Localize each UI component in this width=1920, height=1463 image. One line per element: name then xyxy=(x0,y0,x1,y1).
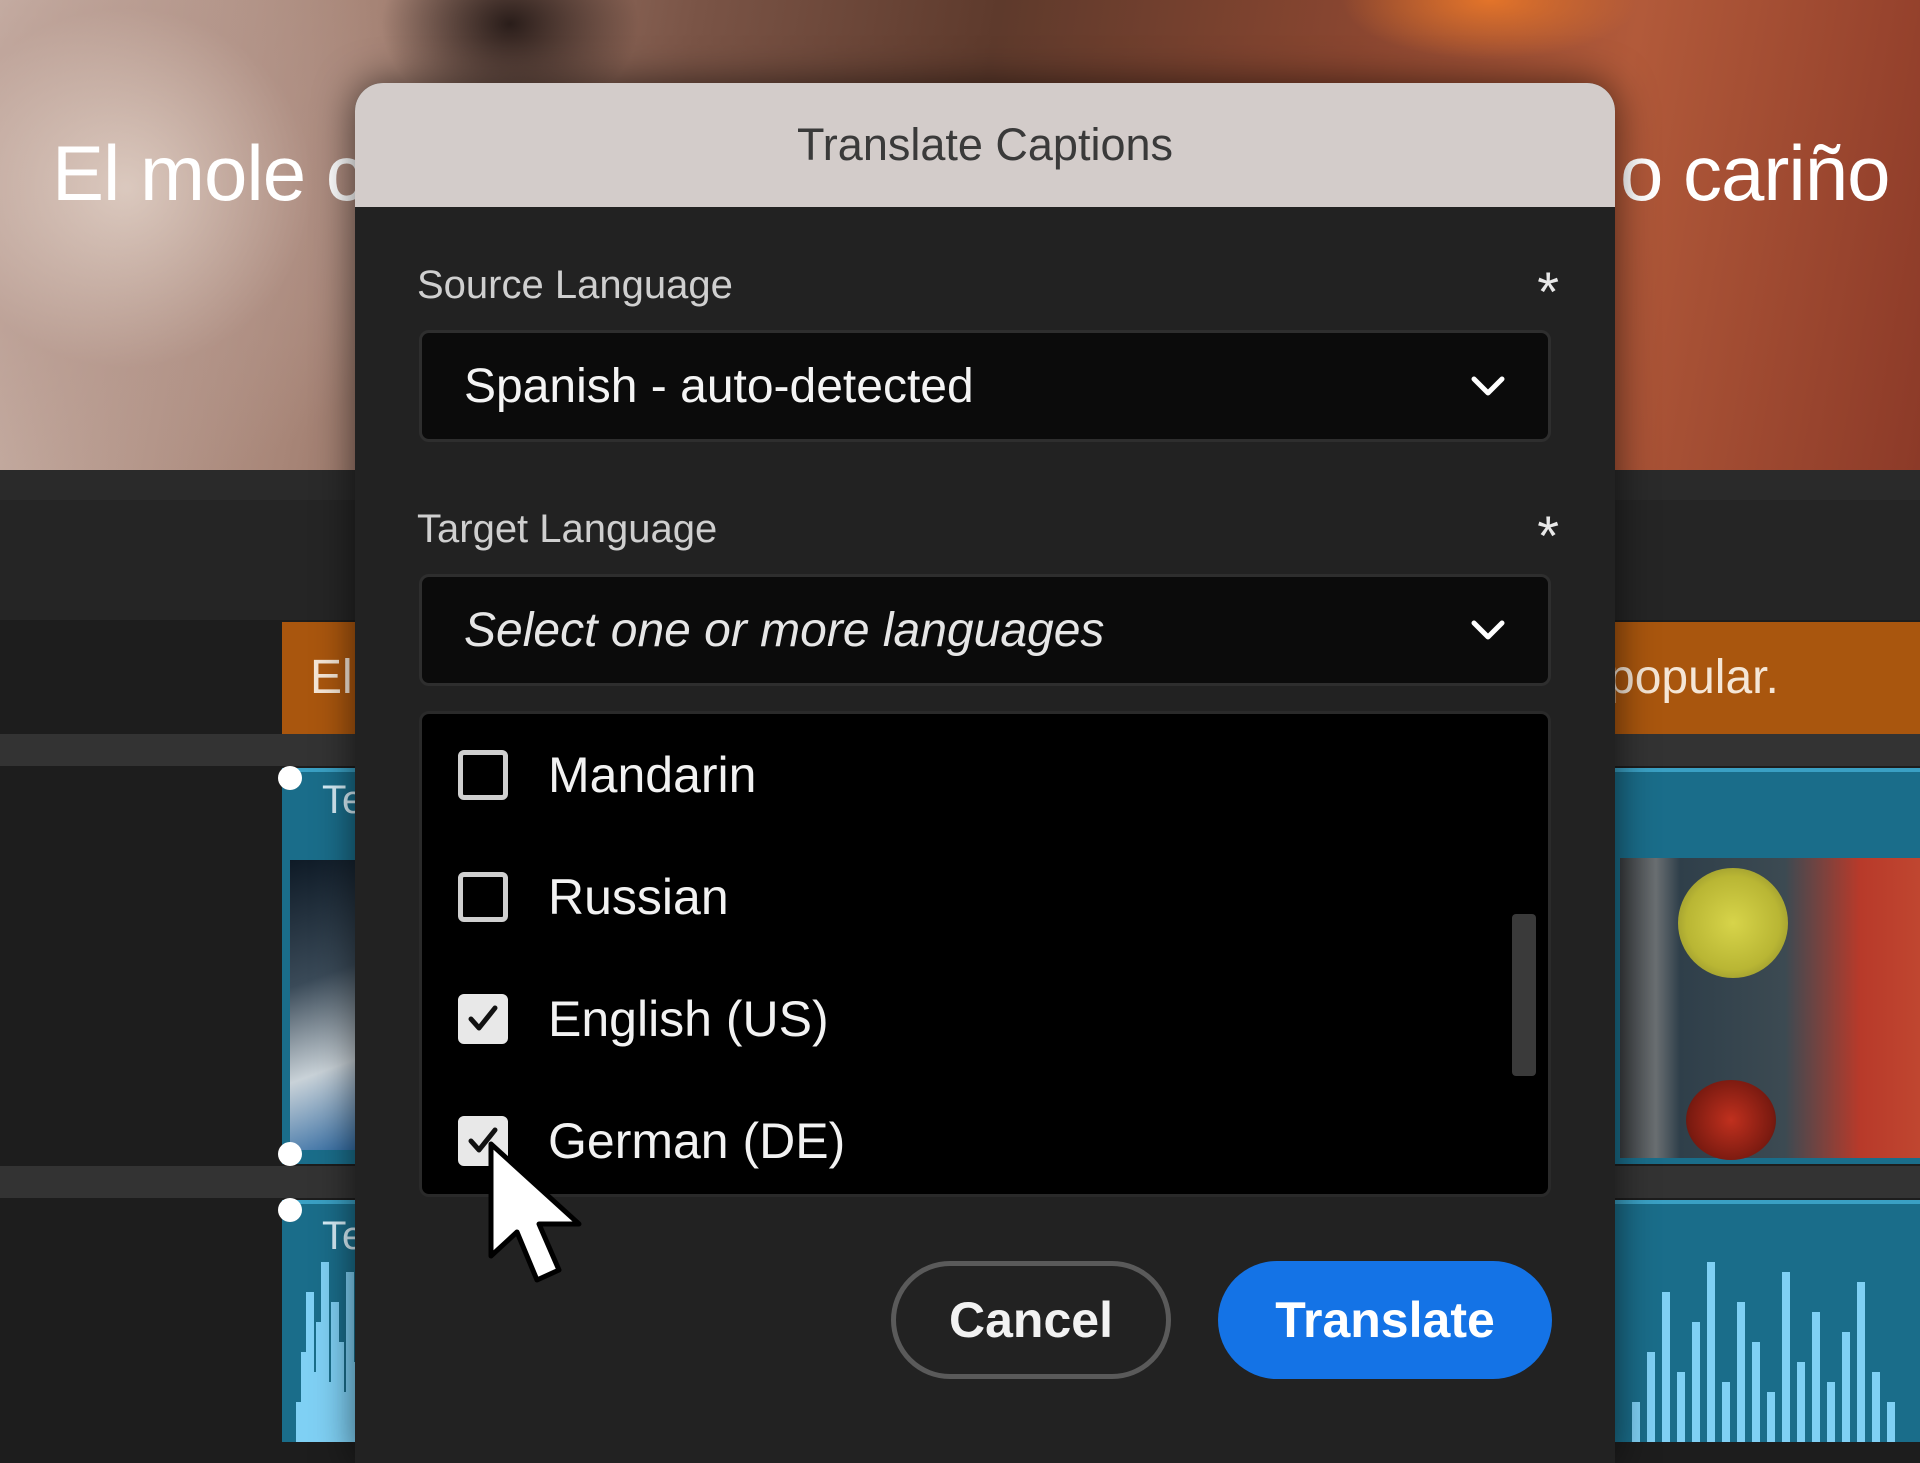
audio-waveform-bar xyxy=(1887,1402,1895,1442)
target-language-select[interactable]: Select one or more languages xyxy=(419,574,1551,686)
audio-waveform-bar xyxy=(1812,1312,1820,1442)
clip-thumbnail-detail xyxy=(1686,1080,1776,1160)
language-option-label: English (US) xyxy=(548,991,829,1047)
audio-waveform-bar xyxy=(1707,1262,1715,1442)
audio-waveform-bar xyxy=(1827,1382,1835,1442)
audio-waveform-bar xyxy=(1842,1332,1850,1442)
source-language-value: Spanish - auto-detected xyxy=(464,359,974,413)
video-caption-right: o cariño xyxy=(1620,129,1890,217)
audio-waveform-bar xyxy=(1662,1292,1670,1442)
checkmark-icon xyxy=(468,1005,498,1031)
audio-waveform-bar xyxy=(1857,1282,1865,1442)
required-indicator: * xyxy=(1537,504,1559,567)
video-frame-glow xyxy=(1340,0,1640,60)
audio-waveform-bar xyxy=(1692,1322,1700,1442)
audio-waveform-bar xyxy=(1737,1302,1745,1442)
cancel-button[interactable]: Cancel xyxy=(891,1261,1171,1379)
clip-handle[interactable] xyxy=(278,1198,302,1222)
source-language-select[interactable]: Spanish - auto-detected xyxy=(419,330,1551,442)
audio-waveform-bar xyxy=(1797,1362,1805,1442)
language-option-label: Russian xyxy=(548,869,729,925)
checkbox[interactable] xyxy=(458,872,508,922)
required-indicator: * xyxy=(1537,260,1559,323)
clip-thumbnail-detail xyxy=(1678,868,1788,978)
checkbox-checked[interactable] xyxy=(458,994,508,1044)
caption-track-text-left: El xyxy=(310,651,353,704)
mouse-cursor-icon xyxy=(488,1141,582,1283)
caption-track-text-right: popular. xyxy=(1608,651,1779,704)
audio-waveform-bar xyxy=(1722,1382,1730,1442)
audio-waveform-bar xyxy=(1647,1352,1655,1442)
language-option-mandarin[interactable]: Mandarin xyxy=(422,714,1522,836)
dialog-title: Translate Captions xyxy=(796,119,1174,170)
chevron-down-icon xyxy=(1471,620,1505,640)
audio-waveform-bar xyxy=(1872,1372,1880,1442)
audio-waveform-bar xyxy=(1752,1342,1760,1442)
audio-waveform-bar xyxy=(1677,1372,1685,1442)
audio-waveform-bar xyxy=(1767,1392,1775,1442)
audio-waveform-bar xyxy=(1782,1272,1790,1442)
clip-handle[interactable] xyxy=(278,1142,302,1166)
language-option-english-us[interactable]: English (US) xyxy=(422,958,1522,1080)
target-language-placeholder: Select one or more languages xyxy=(464,603,1105,657)
translate-button[interactable]: Translate xyxy=(1218,1261,1552,1379)
target-language-label: Target Language xyxy=(417,507,718,551)
target-language-options-list[interactable]: Mandarin Russian English (US) German (DE… xyxy=(419,711,1551,1197)
clip-handle[interactable] xyxy=(278,766,302,790)
scrollbar[interactable] xyxy=(1512,914,1536,1076)
video-caption-left: El mole c xyxy=(52,129,365,217)
checkbox[interactable] xyxy=(458,750,508,800)
audio-waveform-bar xyxy=(1632,1402,1640,1442)
language-option-russian[interactable]: Russian xyxy=(422,836,1522,958)
chevron-down-icon xyxy=(1471,376,1505,396)
dialog-header: Translate Captions xyxy=(355,83,1615,207)
source-language-label: Source Language xyxy=(417,263,733,307)
language-option-label: Mandarin xyxy=(548,747,757,803)
